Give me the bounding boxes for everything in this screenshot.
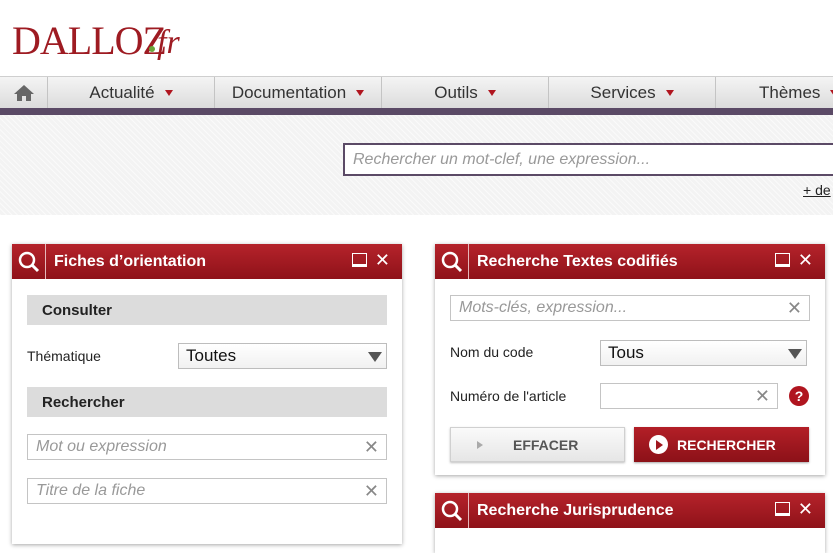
widget-header: Recherche Jurisprudence ✕ xyxy=(435,493,825,528)
code-value: Tous xyxy=(608,343,644,362)
nav-item-label: Actualité xyxy=(89,82,155,102)
nav-item-themes[interactable]: Thèmes xyxy=(716,77,833,108)
mot-expression-placeholder: Mot ou expression xyxy=(36,438,167,455)
play-icon xyxy=(477,440,483,449)
close-icon[interactable]: ✕ xyxy=(798,500,813,518)
thematique-select[interactable]: Toutes xyxy=(178,343,387,369)
logo-suffix: fr xyxy=(157,24,180,61)
widget-title: Recherche Jurisprudence xyxy=(477,501,674,519)
caret-down-icon xyxy=(356,89,365,96)
caret-down-icon xyxy=(164,89,173,96)
advanced-search-link[interactable]: + de xyxy=(803,182,831,198)
article-label: Numéro de l'article xyxy=(450,388,567,404)
logo-brand: DALLOZ xyxy=(12,18,167,63)
mot-expression-input[interactable]: Mot ou expression ✕ xyxy=(27,434,387,460)
search-icon xyxy=(12,244,46,279)
nav-item-outils[interactable]: Outils xyxy=(382,77,549,108)
widget-jurisprudence: Recherche Jurisprudence ✕ xyxy=(435,493,825,553)
close-icon[interactable]: ✕ xyxy=(375,251,390,269)
widget-header: Recherche Textes codifiés ✕ xyxy=(435,244,825,279)
dropdown-arrow-icon xyxy=(788,349,802,359)
nav-item-services[interactable]: Services xyxy=(549,77,716,108)
minimize-icon[interactable] xyxy=(774,502,790,516)
search-icon xyxy=(435,244,469,279)
titre-fiche-placeholder: Titre de la fiche xyxy=(36,482,146,499)
keywords-placeholder: Mots-clés, expression... xyxy=(459,299,628,316)
clear-icon[interactable]: ✕ xyxy=(364,482,379,500)
widget-fiches-orientation: Fiches d’orientation ✕ Consulter Thémati… xyxy=(12,244,402,544)
main-nav: Actualité Documentation Outils Services … xyxy=(0,76,833,108)
caret-down-icon xyxy=(487,89,496,96)
dropdown-arrow-icon xyxy=(368,352,382,362)
article-number-input[interactable]: ✕ xyxy=(600,383,778,409)
section-rechercher: Rechercher xyxy=(27,387,387,417)
close-icon[interactable]: ✕ xyxy=(798,251,813,269)
rechercher-label: RECHERCHER xyxy=(677,436,776,453)
widget-title: Recherche Textes codifiés xyxy=(477,252,678,270)
clear-icon[interactable]: ✕ xyxy=(755,387,770,405)
nav-item-actualite[interactable]: Actualité xyxy=(48,77,215,108)
clear-icon[interactable]: ✕ xyxy=(364,438,379,456)
clear-icon[interactable]: ✕ xyxy=(787,299,802,317)
help-icon[interactable]: ? xyxy=(789,386,809,406)
nav-item-documentation[interactable]: Documentation xyxy=(215,77,382,108)
home-icon xyxy=(13,84,34,101)
nav-item-label: Thèmes xyxy=(759,82,821,102)
rechercher-button[interactable]: RECHERCHER xyxy=(634,427,809,462)
nav-item-label: Outils xyxy=(434,82,478,102)
play-circle-icon xyxy=(649,435,668,454)
widget-textes-codifies: Recherche Textes codifiés ✕ Mots-clés, e… xyxy=(435,244,825,475)
main-search-input[interactable]: Rechercher un mot-clef, une expression..… xyxy=(343,143,833,176)
section-consulter: Consulter xyxy=(27,295,387,325)
code-label: Nom du code xyxy=(450,344,534,360)
thematique-label: Thématique xyxy=(27,348,101,364)
nav-item-label: Services xyxy=(590,82,656,102)
nav-item-label: Documentation xyxy=(231,82,347,102)
keywords-input[interactable]: Mots-clés, expression... ✕ xyxy=(450,295,810,321)
thematique-value: Toutes xyxy=(186,346,237,365)
search-icon xyxy=(435,493,469,528)
effacer-label: EFFACER xyxy=(513,436,579,453)
minimize-icon[interactable] xyxy=(351,253,367,267)
effacer-button[interactable]: EFFACER xyxy=(450,427,625,462)
widget-title: Fiches d’orientation xyxy=(54,252,207,270)
main-search-placeholder: Rechercher un mot-clef, une expression..… xyxy=(353,150,651,168)
nav-home-button[interactable] xyxy=(0,77,48,108)
widget-header: Fiches d’orientation ✕ xyxy=(12,244,402,279)
titre-fiche-input[interactable]: Titre de la fiche ✕ xyxy=(27,478,387,504)
code-select[interactable]: Tous xyxy=(600,340,807,366)
minimize-icon[interactable] xyxy=(774,253,790,267)
logo-dot xyxy=(149,46,155,52)
caret-down-icon xyxy=(665,89,674,96)
nav-accent-line xyxy=(0,108,833,115)
